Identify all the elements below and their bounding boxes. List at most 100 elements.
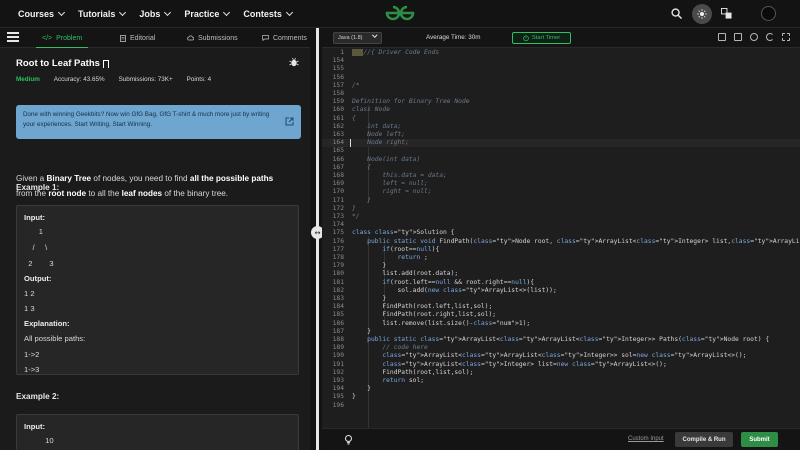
code-line[interactable]: 167 { — [322, 164, 800, 172]
code-line[interactable]: 184 FindPath(root.left,list,sol); — [322, 303, 800, 311]
problem-title-row: Root to Leaf Paths — [16, 58, 109, 69]
hamburger-menu-icon[interactable] — [7, 32, 19, 42]
code-line[interactable]: 180 list.add(root.data); — [322, 270, 800, 278]
code-editor[interactable]: 1 //{ Driver Code Ends 154 155 156 157/* 158 1… — [322, 48, 800, 432]
refresh-icon[interactable] — [766, 33, 774, 41]
external-link-icon[interactable] — [285, 117, 294, 126]
file-icon[interactable] — [734, 33, 742, 41]
code-text: this.data = data; — [352, 172, 447, 179]
line-number: 164 — [332, 139, 344, 147]
code-line[interactable]: 170 right = null; — [322, 188, 800, 196]
code-line[interactable]: 168 this.data = data; — [322, 172, 800, 180]
line-number: 187 — [332, 327, 344, 335]
chevron-down-icon — [119, 8, 127, 16]
line-number: 172 — [332, 204, 344, 212]
line-number: 178 — [332, 254, 344, 261]
nav-courses[interactable]: Courses — [18, 8, 66, 19]
code-line[interactable]: 178 return ; — [322, 254, 800, 262]
example1-explanation-line0: All possible paths: — [24, 334, 86, 343]
nav-contests[interactable]: Contests — [243, 8, 293, 19]
code-line[interactable]: 188 public static class="ty">ArrayList<c… — [322, 336, 800, 344]
tab-comments[interactable]: Comments — [262, 28, 307, 48]
code-text: if(root==null){ — [382, 245, 440, 253]
lightbulb-icon[interactable] — [343, 434, 354, 445]
cloud-upload-icon — [187, 35, 194, 41]
user-avatar[interactable] — [761, 6, 776, 21]
example2-input-label: Input: — [24, 422, 46, 431]
code-line[interactable]: 193 return sol; — [322, 377, 800, 385]
bookmark-icon[interactable] — [102, 59, 109, 68]
code-line[interactable]: 181 if(root.left==null && root.right==nu… — [322, 279, 800, 287]
line-number: 169 — [332, 180, 344, 188]
code-line[interactable]: 196 — [322, 402, 800, 410]
gfg-logo-icon[interactable] — [383, 3, 417, 23]
tab-problem[interactable]: </> Problem — [35, 28, 89, 48]
code-line[interactable]: 155 — [322, 65, 800, 73]
tab-submissions[interactable]: Submissions — [187, 28, 238, 48]
line-number: 183 — [332, 295, 344, 302]
code-line[interactable]: 166 Node(int data) — [322, 156, 800, 164]
code-line[interactable]: 182 sol.add(new class="ty">ArrayList<>(l… — [322, 287, 800, 295]
line-number: 180 — [332, 270, 344, 278]
code-line[interactable]: 183 } — [322, 295, 800, 303]
line-number: 182 — [332, 286, 344, 294]
code-line[interactable]: 160 class Node — [322, 106, 800, 114]
code-line[interactable]: 172} — [322, 205, 800, 213]
code-text: class Node — [352, 106, 390, 114]
code-line[interactable]: 177 if(root==null){ — [322, 246, 800, 254]
code-line[interactable]: 187 } — [322, 328, 800, 336]
code-line[interactable]: 161 { — [322, 115, 800, 123]
code-line[interactable]: 185 FindPath(root.right,list,sol); — [322, 311, 800, 319]
code-line[interactable]: 189 // code here — [322, 344, 800, 352]
tab-editorial[interactable]: Editorial — [120, 28, 155, 48]
editor-actions — [718, 33, 790, 41]
code-line[interactable]: 194 } — [322, 385, 800, 393]
line-number: 190 — [332, 352, 344, 360]
nav-tutorials[interactable]: Tutorials — [78, 8, 127, 19]
custom-input-link[interactable]: Custom Input — [628, 436, 664, 442]
submissions-label: Submissions: — [118, 76, 157, 83]
start-timer-button[interactable]: Start Timer — [512, 32, 571, 44]
panel-resize-divider[interactable] — [316, 28, 319, 450]
code-line[interactable]: 163 Node left; — [322, 131, 800, 139]
translate-icon[interactable] — [721, 8, 732, 19]
nav-jobs[interactable]: Jobs — [139, 8, 172, 19]
code-line[interactable]: 159 Definition for Binary Tree Node — [322, 98, 800, 106]
code-line[interactable]: 195} — [322, 393, 800, 401]
code-line[interactable]: 157 /* — [322, 82, 800, 90]
bug-report-icon[interactable] — [289, 57, 299, 67]
code-line[interactable]: 1 //{ Driver Code Ends — [322, 49, 800, 57]
promo-banner[interactable]: Done with winning Geekbits? Now win GfG … — [16, 105, 301, 139]
fullscreen-icon[interactable] — [782, 33, 790, 41]
copy-icon[interactable] — [718, 33, 726, 41]
code-line[interactable]: 171 } — [322, 197, 800, 205]
line-number: 165 — [332, 147, 344, 155]
line-number: 167 — [332, 163, 344, 171]
line-number: 170 — [332, 188, 344, 196]
compile-run-button[interactable]: Compile & Run — [675, 432, 733, 447]
theme-toggle-button[interactable] — [692, 4, 712, 24]
code-text: class="ty">ArrayList<class="ty">Integer>… — [382, 360, 667, 368]
code-line[interactable]: 164 Node right; — [322, 139, 800, 148]
problem-title: Root to Leaf Paths — [16, 58, 100, 69]
search-icon[interactable] — [671, 8, 682, 19]
code-line[interactable]: 175 class class="ty">Solution { — [322, 229, 800, 237]
code-line[interactable]: 191 class="ty">ArrayList<class="ty">Inte… — [322, 361, 800, 369]
nav-practice[interactable]: Practice — [184, 8, 231, 19]
code-line[interactable]: 173 */ — [322, 213, 800, 221]
submit-button[interactable]: Submit — [741, 432, 778, 447]
code-line[interactable]: 192 FindPath(root,list,sol); — [322, 369, 800, 377]
code-line[interactable]: 174 — [322, 221, 800, 229]
code-line[interactable]: 158 — [322, 90, 800, 98]
code-line[interactable]: 186 list.remove(list.size()-class="num">… — [322, 320, 800, 328]
code-line[interactable]: 190 class="ty">ArrayList<class="ty">Arra… — [322, 352, 800, 360]
line-number: 156 — [332, 73, 344, 81]
code-line[interactable]: 165 — [322, 147, 800, 155]
code-line[interactable]: 162 int data; — [322, 123, 800, 131]
language-select[interactable]: Java (1.8) — [333, 32, 382, 44]
code-line[interactable]: 179 } — [322, 262, 800, 270]
code-line[interactable]: 176 public static void FindPath(class="t… — [322, 238, 800, 246]
code-line[interactable]: 154 — [322, 57, 800, 65]
code-line[interactable]: 156 — [322, 74, 800, 82]
settings-icon[interactable] — [750, 33, 758, 41]
